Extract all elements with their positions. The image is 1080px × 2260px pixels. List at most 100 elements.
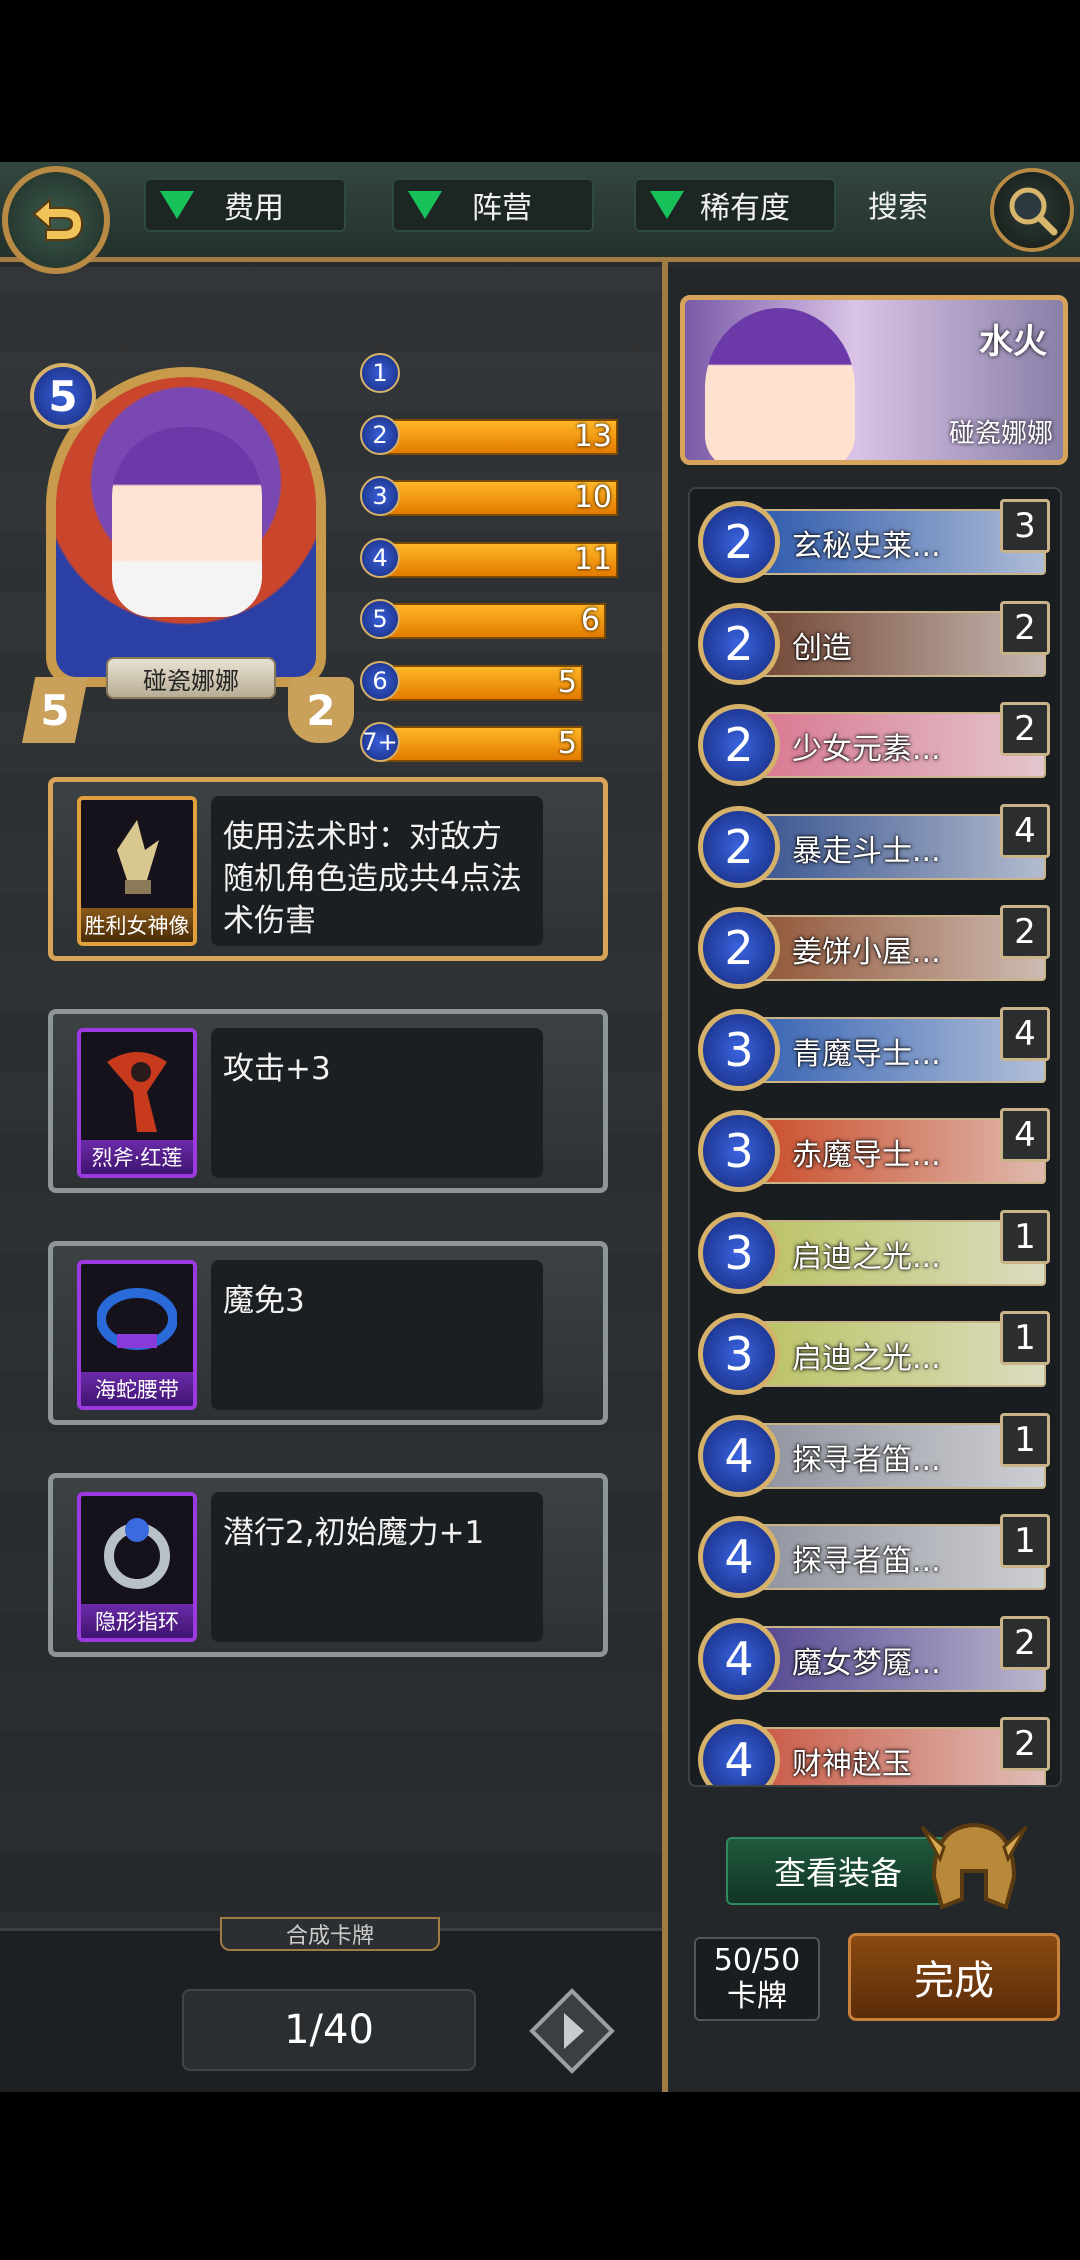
deck-card-row[interactable]: 2 玄秘史莱... 3 [698, 499, 1050, 585]
equipment-art-icon [107, 1052, 167, 1132]
rarity-filter-button[interactable]: 稀有度 [634, 178, 836, 232]
mana-curve-count: 6 [580, 603, 600, 638]
mana-curve-row: 2 13 [360, 409, 640, 471]
equipment-name: 胜利女神像 [81, 908, 193, 942]
equipment-icon: 隐形指环 [77, 1492, 197, 1642]
merge-cards-tab[interactable]: 合成卡牌 [220, 1917, 440, 1951]
search-button[interactable] [990, 168, 1074, 252]
hero-portrait [112, 427, 262, 617]
mana-curve-row: 3 10 [360, 470, 640, 532]
equipment-name: 烈斧·红莲 [81, 1140, 193, 1174]
leader-name: 碰瓷娜娜 [948, 419, 1053, 449]
page-counter: 1/40 [182, 1989, 476, 2071]
equipment-slot[interactable]: 海蛇腰带 魔免3 [48, 1241, 608, 1425]
mana-curve-count: 11 [573, 541, 612, 577]
mana-curve-count: 13 [573, 418, 612, 454]
back-button[interactable] [2, 166, 110, 274]
card-count-badge: 1 [1000, 1209, 1050, 1264]
deck-size-label: 卡牌 [727, 1979, 787, 2014]
rarity-filter-label: 稀有度 [700, 191, 790, 226]
mana-curve-cost: 4 [360, 537, 400, 578]
equipment-slot[interactable]: 隐形指环 潜行2,初始魔力+1 [48, 1473, 608, 1657]
dropdown-triangle-icon [160, 191, 194, 219]
done-button[interactable]: 完成 [848, 1933, 1060, 2021]
deck-card-row[interactable]: 2 暴走斗士... 4 [698, 803, 1050, 890]
deck-card-row[interactable]: 3 青魔导士... 4 [698, 1006, 1050, 1093]
mana-curve-cost: 6 [360, 660, 400, 701]
deck-size-indicator: 50/50 卡牌 [694, 1937, 820, 2021]
mana-curve-row: 65 [360, 655, 640, 717]
card-name: 启迪之光... [792, 1239, 941, 1275]
equipment-name: 隐形指环 [81, 1604, 193, 1638]
equipment-name: 海蛇腰带 [81, 1372, 193, 1406]
mana-curve-row: 4 11 [360, 532, 640, 594]
card-count-badge: 2 [1000, 1717, 1050, 1771]
mana-curve-chart: 1 2 13 3 10 4 11 5 6 6 5 7+ 5 [360, 347, 640, 778]
card-name: 探寻者笛... [792, 1544, 941, 1579]
mana-curve-bar: 13 [382, 418, 618, 455]
deck-list-panel: 水火 碰瓷娜娜 2 玄秘史莱... 3 2 创造 2 2 少女元素... 2 2 暴走斗士... 4 2… [668, 267, 1080, 2092]
card-cost-gem: 2 [698, 501, 780, 583]
deck-card-row[interactable]: 2 姜饼小屋... 2 [698, 905, 1050, 991]
card-count-badge: 2 [1000, 1615, 1050, 1670]
leader-card[interactable]: 水火 碰瓷娜娜 [680, 295, 1068, 465]
card-count-badge: 2 [1000, 905, 1050, 959]
mana-curve-bar: 6 [382, 603, 606, 639]
deck-card-row[interactable]: 4 探寻者笛... 1 [698, 1514, 1050, 1600]
deck-card-row[interactable]: 3 赤魔导士... 4 [698, 1108, 1050, 1194]
search-label[interactable]: 搜索 [868, 182, 928, 226]
hero-health-gem: 2 [288, 677, 354, 743]
equipment-art-icon [97, 1288, 177, 1350]
leader-element: 水火 [979, 322, 1047, 362]
card-count-badge: 2 [1000, 702, 1050, 756]
card-cost-gem: 2 [698, 907, 780, 989]
card-cost-gem: 3 [698, 1110, 780, 1192]
card-name: 玄秘史莱... [792, 529, 941, 564]
card-name: 赤魔导士... [792, 1138, 941, 1173]
card-count-badge: 4 [1000, 1108, 1050, 1162]
next-arrow-icon[interactable] [524, 1983, 620, 2079]
faction-filter-button[interactable]: 阵营 [392, 178, 594, 232]
magnifier-icon [1009, 187, 1058, 236]
deck-card-row[interactable]: 2 创造 2 [698, 600, 1050, 687]
card-count-badge: 1 [1000, 1514, 1050, 1568]
card-name: 探寻者笛... [792, 1442, 941, 1478]
equipment-slot[interactable]: 烈斧·红莲 攻击+3 [48, 1009, 608, 1193]
hero-name-plate: 碰瓷娜娜 [106, 657, 276, 699]
deck-card-list[interactable]: 2 玄秘史莱... 3 2 创造 2 2 少女元素... 2 2 暴走斗士... 4 2 姜饼小屋... 2… [688, 487, 1062, 1787]
faction-filter-label: 阵营 [472, 191, 532, 226]
card-name: 魔女梦魇... [792, 1645, 941, 1681]
deck-card-row[interactable]: 4 探寻者笛... 1 [698, 1412, 1050, 1499]
mana-curve-row: 7+ 5 [360, 716, 640, 778]
card-cost-gem: 2 [698, 805, 780, 888]
card-name: 少女元素... [792, 732, 941, 767]
card-cost-gem: 2 [698, 602, 780, 685]
deck-card-row[interactable]: 3 启迪之光... 1 [698, 1209, 1050, 1296]
mana-curve-row: 1 [360, 347, 640, 409]
mana-curve-cost: 1 [360, 353, 400, 393]
equipment-effect: 攻击+3 [211, 1028, 543, 1178]
card-count-badge: 1 [1000, 1311, 1050, 1365]
deck-card-row[interactable]: 4 魔女梦魇... 2 [698, 1615, 1050, 1702]
leader-portrait [705, 308, 855, 460]
hero-attack-gem: 5 [22, 677, 88, 743]
card-name: 姜饼小屋... [792, 935, 941, 970]
deck-card-row[interactable]: 4 财神赵玉 2 [698, 1717, 1050, 1785]
hero-card[interactable]: 5 5 2 碰瓷娜娜 [22, 327, 354, 743]
card-name: 青魔导士... [792, 1036, 941, 1072]
card-count-badge: 4 [1000, 1006, 1050, 1061]
equipment-effect: 魔免3 [211, 1260, 543, 1410]
cost-filter-button[interactable]: 费用 [144, 178, 346, 232]
deck-card-row[interactable]: 2 少女元素... 2 [698, 702, 1050, 788]
card-name: 暴走斗士... [792, 833, 941, 869]
equipment-icon: 胜利女神像 [77, 796, 197, 946]
helmet-icon[interactable] [914, 1807, 1034, 1927]
card-cost-gem: 2 [698, 704, 780, 786]
dropdown-triangle-icon [650, 191, 684, 219]
equipment-effect: 潜行2,初始魔力+1 [211, 1492, 543, 1642]
mana-curve-cost: 3 [360, 476, 400, 516]
mana-curve-count: 5 [557, 726, 577, 761]
deck-size-value: 50/50 [713, 1943, 801, 1978]
deck-card-row[interactable]: 3 启迪之光... 1 [698, 1311, 1050, 1397]
equipment-slot[interactable]: 胜利女神像 使用法术时：对敌方随机角色造成共4点法术伤害 [48, 777, 608, 961]
